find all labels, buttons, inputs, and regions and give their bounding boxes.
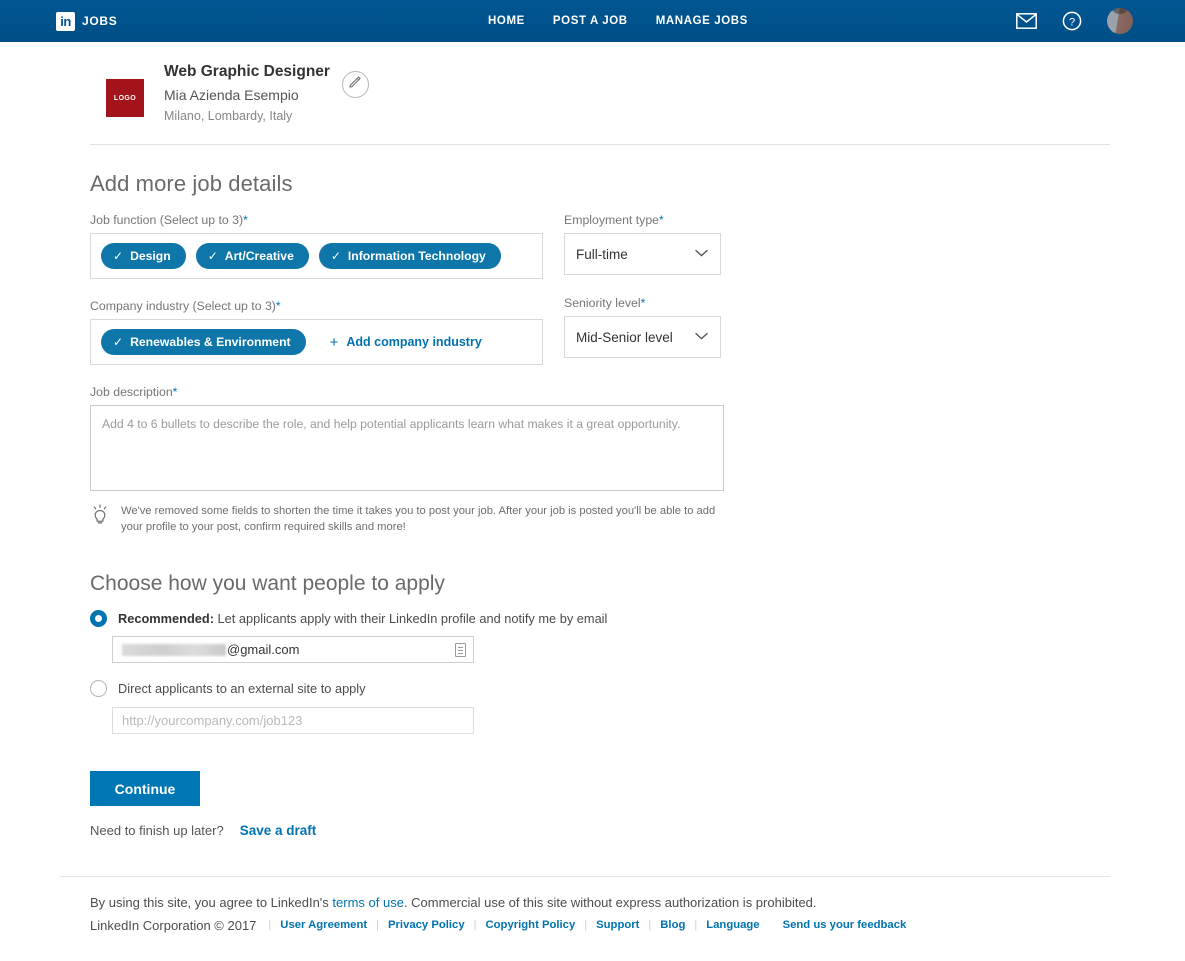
- nav-utility-group: ?: [1016, 8, 1133, 34]
- radio-external-site[interactable]: [90, 680, 107, 697]
- check-icon: ✓: [113, 336, 123, 348]
- top-navigation-bar: in JOBS HOME POST A JOB MANAGE JOBS ?: [0, 0, 1185, 42]
- add-company-industry-button[interactable]: + Add company industry: [316, 335, 482, 350]
- job-description-field: Job description* Add 4 to 6 bullets to d…: [90, 385, 1185, 491]
- add-company-industry-label: Add company industry: [346, 335, 481, 349]
- radio-recommended-label: Recommended: Let applicants apply with t…: [118, 611, 607, 626]
- company-name: Mia Azienda Esempio: [164, 88, 330, 102]
- job-description-textarea[interactable]: Add 4 to 6 bullets to describe the role,…: [90, 405, 724, 491]
- continue-button[interactable]: Continue: [90, 771, 200, 806]
- footer-link-support[interactable]: Support: [587, 917, 648, 935]
- linkedin-logo-icon: in: [56, 12, 75, 31]
- pill-label: Renewables & Environment: [130, 335, 291, 349]
- pill-label: Design: [130, 249, 171, 263]
- header-divider: [90, 144, 1110, 145]
- email-value: @gmail.com: [122, 642, 299, 657]
- employment-type-label: Employment type*: [564, 213, 724, 227]
- nav-item-home[interactable]: HOME: [488, 15, 525, 27]
- footer-divider: [60, 876, 1110, 877]
- pencil-icon: [348, 75, 362, 94]
- footer-link-user-agreement[interactable]: User Agreement: [271, 917, 376, 935]
- pill-design[interactable]: ✓ Design: [101, 243, 186, 269]
- save-draft-row: Need to finish up later? Save a draft: [90, 823, 1185, 838]
- apply-option-external[interactable]: Direct applicants to an external site to…: [90, 680, 1185, 697]
- check-icon: ✓: [113, 250, 123, 262]
- job-title: Web Graphic Designer: [164, 64, 330, 80]
- pill-renewables-environment[interactable]: ✓ Renewables & Environment: [101, 329, 306, 355]
- help-icon[interactable]: ?: [1062, 11, 1082, 31]
- svg-text:?: ?: [1069, 16, 1075, 28]
- mail-icon[interactable]: [1016, 13, 1037, 29]
- recommended-text: Let applicants apply with their LinkedIn…: [214, 611, 607, 626]
- nav-item-manage-jobs[interactable]: MANAGE JOBS: [656, 15, 748, 27]
- company-industry-pill-container[interactable]: ✓ Renewables & Environment + Add company…: [90, 319, 543, 365]
- pill-information-technology[interactable]: ✓ Information Technology: [319, 243, 501, 269]
- pill-art-creative[interactable]: ✓ Art/Creative: [196, 243, 309, 269]
- employment-type-select[interactable]: Full-time: [564, 233, 721, 275]
- footer-legal-before: By using this site, you agree to LinkedI…: [90, 895, 332, 910]
- radio-external-site-label: Direct applicants to an external site to…: [118, 681, 366, 696]
- footer-link-copyright-policy[interactable]: Copyright Policy: [476, 917, 584, 935]
- page-footer: By using this site, you agree to LinkedI…: [90, 893, 1185, 935]
- footer-link-privacy-policy[interactable]: Privacy Policy: [379, 917, 474, 935]
- seniority-level-value: Mid-Senior level: [576, 330, 673, 345]
- save-a-draft-link[interactable]: Save a draft: [240, 823, 317, 838]
- brand-logo-group[interactable]: in JOBS: [56, 12, 117, 31]
- profile-avatar[interactable]: [1107, 8, 1133, 34]
- terms-of-use-link[interactable]: terms of use: [332, 895, 404, 910]
- job-details-form: Job function (Select up to 3)* ✓ Design …: [90, 213, 1185, 365]
- lightbulb-icon: [90, 503, 110, 532]
- form-hint-text: We've removed some fields to shorten the…: [121, 503, 730, 535]
- chevron-down-icon: [695, 332, 708, 343]
- footer-links: LinkedIn Corporation © 2017 | User Agree…: [90, 916, 1185, 936]
- footer-legal-after: . Commercial use of this site without ex…: [404, 895, 817, 910]
- pill-label: Art/Creative: [225, 249, 294, 263]
- brand-product-label: JOBS: [82, 14, 117, 28]
- chevron-down-icon: [695, 249, 708, 260]
- footer-copyright: LinkedIn Corporation © 2017: [90, 916, 256, 936]
- footer-link-language[interactable]: Language: [697, 917, 768, 935]
- company-logo: LOGO: [106, 79, 144, 117]
- page-content: LOGO Web Graphic Designer Mia Azienda Es…: [0, 42, 1185, 936]
- contact-card-icon[interactable]: [455, 643, 466, 657]
- plus-icon: +: [330, 335, 339, 350]
- pill-label: Information Technology: [348, 249, 486, 263]
- page-title: Add more job details: [90, 171, 1185, 197]
- notification-email-input[interactable]: @gmail.com: [112, 636, 474, 663]
- redacted-email-local-part: [122, 644, 226, 656]
- external-url-input[interactable]: http://yourcompany.com/job123: [112, 707, 474, 734]
- footer-link-blog[interactable]: Blog: [651, 917, 694, 935]
- form-hint: We've removed some fields to shorten the…: [90, 503, 730, 535]
- seniority-level-select[interactable]: Mid-Senior level: [564, 316, 721, 358]
- seniority-level-label: Seniority level*: [564, 296, 724, 310]
- footer-link-send-us-your-feedback[interactable]: Send us your feedback: [769, 917, 916, 935]
- employment-type-value: Full-time: [576, 247, 628, 262]
- nav-item-post-a-job[interactable]: POST A JOB: [553, 15, 628, 27]
- job-summary-header: LOGO Web Graphic Designer Mia Azienda Es…: [0, 42, 1185, 122]
- check-icon: ✓: [208, 250, 218, 262]
- primary-nav: HOME POST A JOB MANAGE JOBS: [488, 15, 748, 27]
- footer-legal-line: By using this site, you agree to LinkedI…: [90, 893, 1185, 913]
- job-description-label: Job description*: [90, 385, 1185, 399]
- recommended-prefix: Recommended:: [118, 611, 214, 626]
- job-location: Milano, Lombardy, Italy: [164, 110, 330, 123]
- draft-prompt-text: Need to finish up later?: [90, 823, 224, 838]
- seniority-level-field: Seniority level* Mid-Senior level: [564, 296, 724, 358]
- radio-recommended[interactable]: [90, 610, 107, 627]
- check-icon: ✓: [331, 250, 341, 262]
- job-function-pill-container[interactable]: ✓ Design ✓ Art/Creative ✓ Information Te…: [90, 233, 543, 279]
- edit-job-button[interactable]: [342, 71, 369, 98]
- employment-type-field: Employment type* Full-time: [564, 213, 724, 275]
- apply-option-recommended[interactable]: Recommended: Let applicants apply with t…: [90, 610, 1185, 627]
- apply-section-title: Choose how you want people to apply: [90, 572, 1185, 596]
- email-domain: @gmail.com: [227, 642, 299, 657]
